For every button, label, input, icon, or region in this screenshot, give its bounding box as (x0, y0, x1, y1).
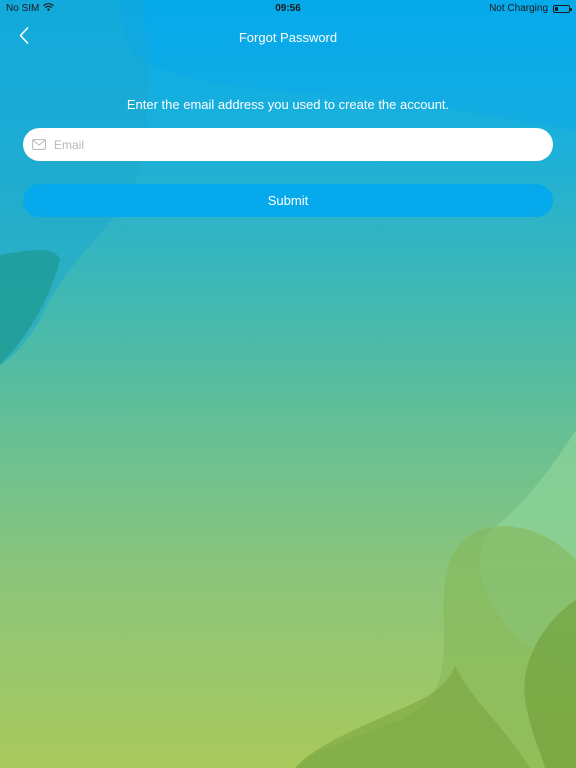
background-blob-top-left-dark (0, 250, 60, 365)
submit-button[interactable]: Submit (23, 184, 553, 217)
charging-status: Not Charging (489, 3, 548, 14)
background-shapes (0, 0, 576, 768)
instruction-text: Enter the email address you used to crea… (126, 97, 450, 112)
battery-icon (553, 4, 572, 13)
status-bar: No SIM 09:56 Not Charging (0, 0, 576, 16)
forgot-password-screen: No SIM 09:56 Not Charging Forgot Passwor… (0, 0, 576, 768)
page-title: Forgot Password (238, 30, 338, 45)
status-right: Not Charging (489, 3, 572, 14)
email-input[interactable] (54, 137, 534, 152)
email-field-container[interactable] (23, 128, 553, 161)
battery-level (555, 6, 558, 11)
mail-icon (32, 139, 46, 151)
navigation-bar: Forgot Password (0, 20, 576, 56)
